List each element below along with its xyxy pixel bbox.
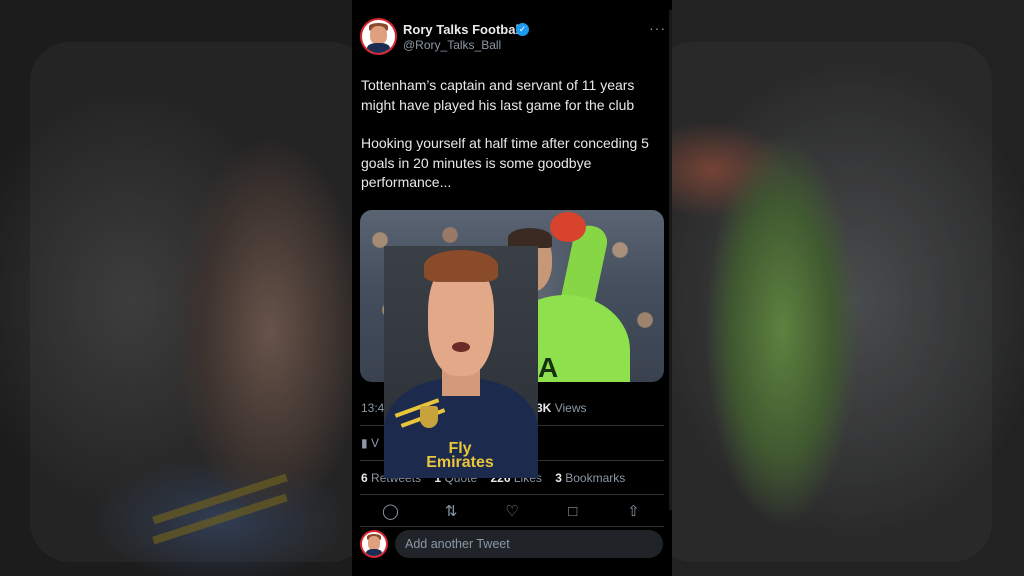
divider	[360, 526, 664, 527]
presenter-video-overlay: Fly Emirates	[384, 246, 538, 478]
verified-badge-icon: ✓	[516, 23, 529, 36]
bookmarks-stat[interactable]: 3 Bookmarks	[555, 471, 625, 485]
like-icon[interactable]: ♡	[500, 500, 524, 524]
crest-icon	[420, 406, 438, 428]
share-icon[interactable]: ⇧	[622, 500, 646, 524]
background-card-left	[30, 42, 352, 562]
blurred-background-left	[0, 0, 352, 576]
bookmark-icon[interactable]: □	[561, 500, 585, 524]
more-icon[interactable]: ···	[649, 20, 666, 36]
author-avatar[interactable]	[360, 18, 397, 55]
reply-avatar	[360, 530, 388, 558]
divider	[360, 494, 664, 495]
scrollbar[interactable]	[669, 10, 672, 510]
blurred-background-right	[672, 0, 1024, 576]
tweet-actions: ◯ ⇅ ♡ □ ⇧	[360, 500, 664, 524]
tweet-timestamp[interactable]: 13:4	[361, 401, 384, 415]
background-card-right	[672, 42, 992, 562]
tweet-paragraph: Hooking yourself at half time after conc…	[361, 135, 649, 190]
retweet-icon[interactable]: ⇅	[439, 500, 463, 524]
analytics-link[interactable]: ▮ V	[361, 436, 379, 450]
analytics-icon: ▮	[361, 436, 371, 450]
tweet-paragraph: Tottenham’s captain and servant of 11 ye…	[361, 77, 635, 113]
presenter-shirt-sponsor: Fly Emirates	[426, 440, 494, 471]
views-count: 3K Views	[536, 401, 587, 415]
author-name[interactable]: Rory Talks Football	[403, 22, 523, 37]
reply-icon[interactable]: ◯	[378, 500, 402, 524]
reply-input[interactable]: Add another Tweet	[395, 530, 663, 558]
author-handle[interactable]: @Rory_Talks_Ball	[403, 38, 501, 52]
tweet-text: Tottenham’s captain and servant of 11 ye…	[361, 76, 661, 212]
